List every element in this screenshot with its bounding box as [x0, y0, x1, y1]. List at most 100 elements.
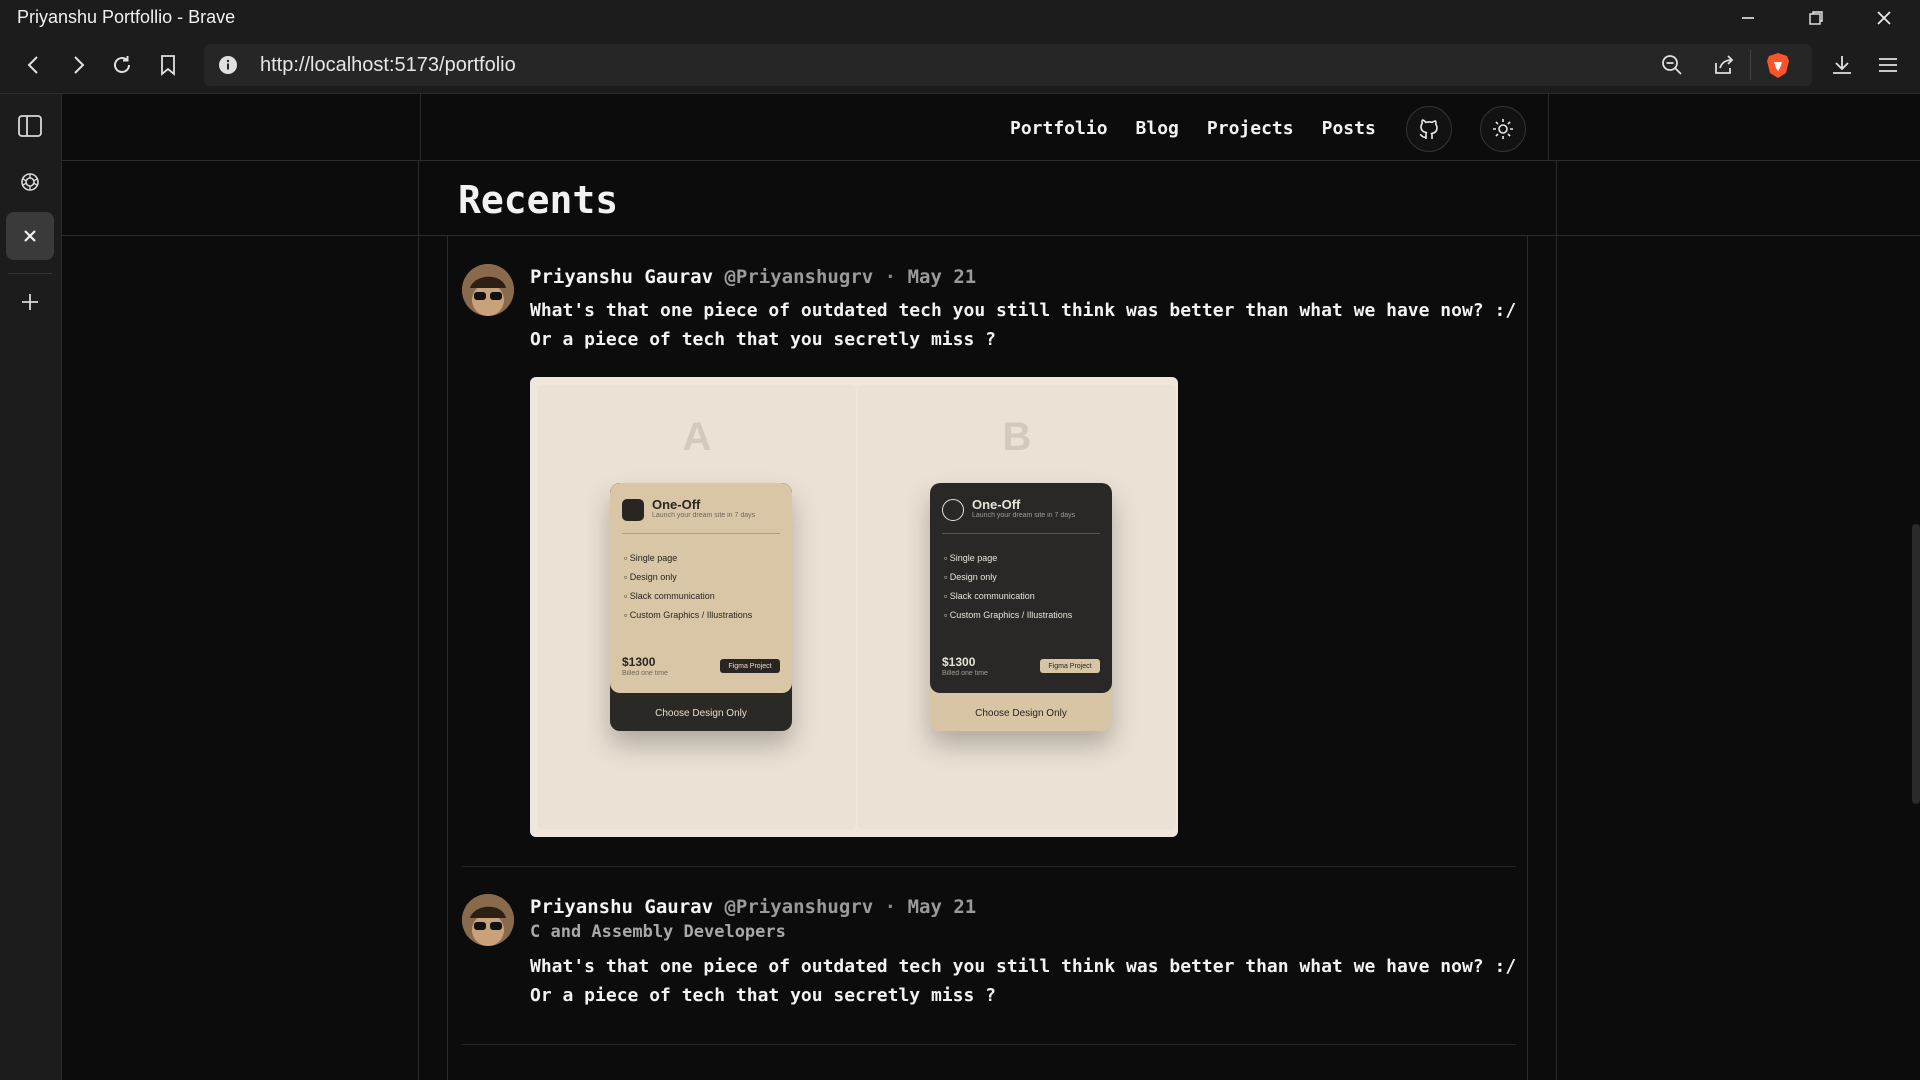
card-divider — [622, 533, 780, 534]
card-feature: ▫ Custom Graphics / Illustrations — [944, 610, 1073, 620]
post-community[interactable]: C and Assembly Developers — [530, 922, 786, 942]
url-text[interactable]: http://localhost:5173/portfolio — [260, 54, 516, 77]
post-date: May 21 — [907, 896, 977, 918]
post-divider — [462, 866, 1516, 867]
feed-left-border — [447, 235, 448, 1080]
minimize-icon — [1742, 17, 1754, 19]
restore-button[interactable] — [1782, 0, 1850, 36]
brave-shields-button[interactable] — [1758, 45, 1798, 85]
card-feature: ▫ Slack communication — [944, 591, 1035, 601]
panel-letter: A — [682, 415, 712, 459]
post-image[interactable]: A One-Off Launch your dream site in 7 da… — [530, 377, 1178, 837]
author-handle[interactable]: @Priyanshugrv — [724, 896, 873, 918]
content-right-border — [1556, 160, 1557, 1080]
page-scrollbar[interactable] — [1912, 524, 1920, 804]
author-name[interactable]: Priyanshu Gaurav — [530, 896, 713, 918]
post-body-line: Or a piece of tech that you secretly mis… — [530, 985, 996, 1006]
close-window-button[interactable] — [1850, 0, 1918, 36]
brave-shield-icon — [1767, 53, 1789, 78]
bookmark-button[interactable] — [148, 45, 188, 85]
meta-separator: · — [884, 896, 897, 918]
card-subtitle: Launch your dream site in 7 days — [972, 512, 1076, 519]
card-billed: Billed one time — [622, 670, 668, 677]
card-cta: Choose Design Only — [975, 708, 1067, 719]
github-button[interactable] — [1406, 106, 1452, 152]
forward-button[interactable] — [58, 45, 98, 85]
post-body: What's that one piece of outdated tech y… — [530, 952, 1516, 1010]
menu-button[interactable] — [1868, 45, 1908, 85]
chatgpt-icon — [21, 173, 39, 191]
minimize-button[interactable] — [1714, 0, 1782, 36]
author-name[interactable]: Priyanshu Gaurav — [530, 266, 713, 288]
post-body-line: What's that one piece of outdated tech y… — [530, 300, 1517, 321]
header-divider — [62, 160, 1920, 161]
close-icon — [24, 230, 36, 242]
nav-right-border — [1548, 94, 1549, 160]
sidebar-close-button[interactable] — [6, 212, 54, 260]
reload-icon — [114, 56, 130, 73]
toolbar-divider — [1750, 50, 1751, 80]
web-page: Portfolio Blog Projects Posts Recents Pr… — [62, 94, 1920, 1080]
nav-projects[interactable]: Projects — [1207, 118, 1294, 139]
card-logo-icon — [622, 499, 644, 521]
forward-icon — [74, 56, 85, 74]
post: Priyanshu Gaurav @Priyanshugrv · May 21 … — [462, 894, 1516, 1006]
content-left-border — [418, 160, 419, 1080]
sidebar-toggle-button[interactable] — [6, 102, 54, 150]
card-feature: ▫ Slack communication — [624, 591, 715, 601]
post-body: What's that one piece of outdated tech y… — [530, 296, 1516, 354]
add-icon — [22, 294, 38, 310]
card-feature: ▫ Single page — [624, 553, 678, 563]
pricing-card: One-Off Launch your dream site in 7 days… — [930, 483, 1112, 731]
card-feature: ▫ Design only — [944, 572, 997, 582]
card-cta: Choose Design Only — [655, 708, 747, 719]
downloads-button[interactable] — [1822, 45, 1862, 85]
theme-toggle-button[interactable] — [1480, 106, 1526, 152]
zoom-icon — [1662, 55, 1682, 75]
sidebar-chatgpt-button[interactable] — [6, 158, 54, 206]
post-body-line: What's that one piece of outdated tech y… — [530, 956, 1517, 977]
address-bar[interactable]: http://localhost:5173/portfolio — [204, 44, 1812, 86]
page-title: Recents — [458, 178, 619, 222]
share-button[interactable] — [1704, 45, 1744, 85]
sidebar-toggle-icon — [18, 115, 42, 137]
sun-icon — [1493, 119, 1513, 139]
card-badge: Figma Project — [1040, 659, 1100, 673]
nav-posts[interactable]: Posts — [1322, 118, 1376, 139]
card-feature: ▫ Custom Graphics / Illustrations — [624, 610, 753, 620]
restore-icon — [1809, 11, 1823, 25]
card-top: One-Off Launch your dream site in 7 days… — [610, 483, 792, 693]
download-icon — [1833, 56, 1851, 74]
feed-right-border — [1527, 235, 1528, 1080]
back-icon — [27, 56, 38, 74]
bookmark-icon — [161, 55, 175, 76]
github-icon — [1419, 119, 1438, 139]
site-nav: Portfolio Blog Projects Posts — [1010, 118, 1404, 139]
card-billed: Billed one time — [942, 670, 988, 677]
avatar[interactable] — [462, 264, 514, 316]
browser-sidebar — [0, 94, 62, 1080]
post-divider — [462, 1044, 1516, 1045]
card-top: One-Off Launch your dream site in 7 days… — [930, 483, 1112, 693]
card-title: One-Off — [652, 497, 701, 512]
sidebar-add-button[interactable] — [6, 278, 54, 326]
post: Priyanshu Gaurav @Priyanshugrv · May 21 … — [462, 264, 1516, 350]
back-button[interactable] — [14, 45, 54, 85]
browser-toolbar: http://localhost:5173/portfolio — [0, 36, 1920, 94]
image-panel-a: A One-Off Launch your dream site in 7 da… — [538, 385, 856, 829]
card-title: One-Off — [972, 497, 1021, 512]
info-icon[interactable] — [218, 55, 238, 75]
author-handle[interactable]: @Priyanshugrv — [724, 266, 873, 288]
window-title: Priyanshu Portfollio - Brave — [17, 7, 236, 27]
nav-portfolio[interactable]: Portfolio — [1010, 118, 1108, 139]
zoom-button[interactable] — [1652, 45, 1692, 85]
meta-separator: · — [884, 266, 897, 288]
nav-blog[interactable]: Blog — [1136, 118, 1179, 139]
card-divider — [942, 533, 1100, 534]
card-price: $1300 — [622, 655, 656, 669]
post-header: Priyanshu Gaurav @Priyanshugrv · May 21 — [530, 896, 976, 918]
post-header: Priyanshu Gaurav @Priyanshugrv · May 21 — [530, 266, 976, 288]
reload-button[interactable] — [102, 45, 142, 85]
avatar[interactable] — [462, 894, 514, 946]
card-feature: ▫ Single page — [944, 553, 998, 563]
